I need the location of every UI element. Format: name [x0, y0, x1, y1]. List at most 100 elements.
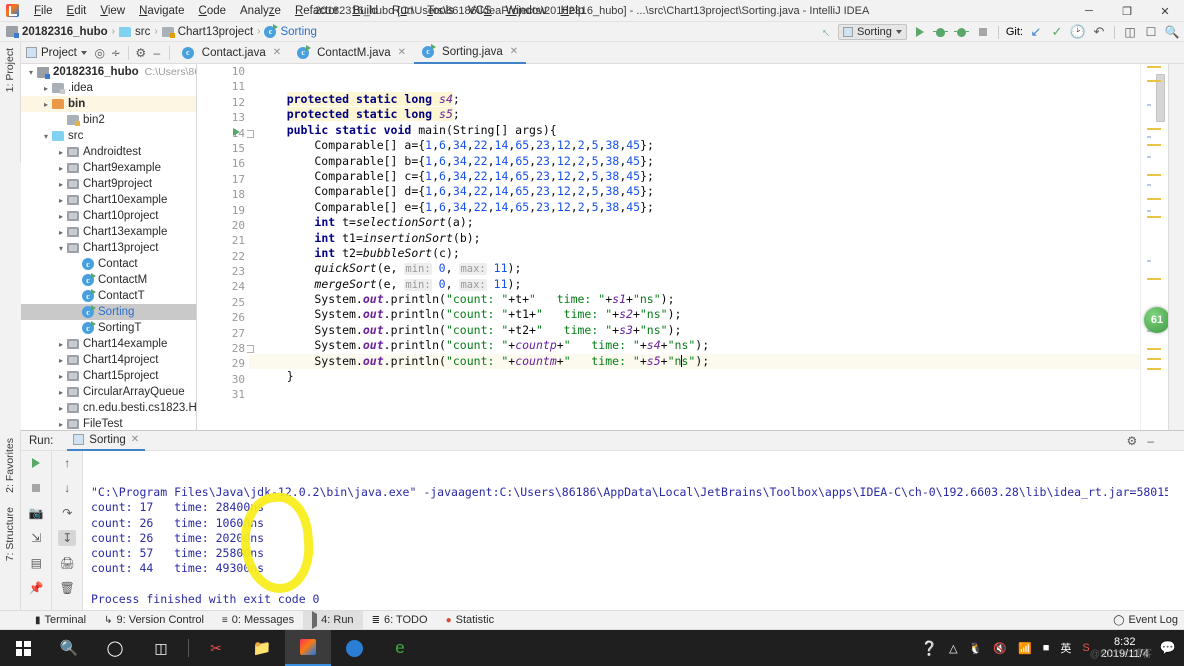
collapse-all-icon[interactable]: ∻: [108, 45, 124, 61]
project-tree[interactable]: 20182316_huboC:\Users\86.ideabinbin2srcA…: [21, 64, 197, 436]
menu-item-help[interactable]: Help: [554, 1, 592, 21]
menu-item-vcs[interactable]: VCS: [461, 1, 499, 21]
scroll-to-end-icon[interactable]: ↧: [58, 530, 76, 546]
tree-item-src[interactable]: src: [21, 128, 196, 144]
project-tool-button[interactable]: Project: [21, 43, 92, 63]
tree-item-chart10project[interactable]: Chart10project: [21, 208, 196, 224]
tree-item-contact[interactable]: cContact: [21, 256, 196, 272]
window-controls[interactable]: ─ ❐ ✕: [1070, 0, 1184, 22]
chevron-right-icon[interactable]: [55, 164, 67, 173]
chevron-down-icon[interactable]: [55, 244, 67, 253]
code-line[interactable]: protected static long s4;: [249, 92, 1140, 107]
bottom-tab-messages[interactable]: ≡ 0: Messages: [213, 611, 303, 630]
editor-marker-bar[interactable]: 61: [1140, 64, 1168, 436]
presentation-icon[interactable]: ☐: [1143, 24, 1159, 40]
tree-item-chart13example[interactable]: Chart13example: [21, 224, 196, 240]
run-configuration-selector[interactable]: Sorting: [838, 24, 907, 40]
tab-close-icon[interactable]: ✕: [398, 47, 406, 58]
print-icon[interactable]: 🖨: [58, 555, 76, 571]
stop-button[interactable]: [975, 24, 991, 40]
sidebar-item-project[interactable]: 1: Project: [4, 48, 16, 92]
tree-item-chart10example[interactable]: Chart10example: [21, 192, 196, 208]
tab-contact-java[interactable]: c Contact.java ✕: [174, 42, 289, 64]
bottom-tab-run[interactable]: 4: Run: [303, 611, 362, 630]
chevron-right-icon[interactable]: [55, 372, 67, 381]
help-icon[interactable]: ❔: [921, 640, 938, 657]
breadcrumb-project[interactable]: 20182316_hubo: [22, 26, 108, 38]
tree-item-chart9example[interactable]: Chart9example: [21, 160, 196, 176]
code-line[interactable]: [249, 415, 1140, 430]
back-arrow-icon[interactable]: ↑: [814, 21, 837, 44]
history-icon[interactable]: 🕑: [1070, 24, 1086, 40]
run-tab-sorting[interactable]: Sorting ✕: [67, 431, 145, 451]
settings-gear-icon[interactable]: ⚙: [133, 45, 149, 61]
chevron-right-icon[interactable]: [55, 388, 67, 397]
chevron-right-icon[interactable]: [55, 180, 67, 189]
code-line[interactable]: int t=selectionSort(a);: [249, 215, 1140, 230]
menu-item-edit[interactable]: Edit: [60, 1, 94, 21]
hide-icon[interactable]: –: [1147, 434, 1154, 448]
main-toolbar[interactable]: ↑ Sorting Git: ↙ ✓ 🕑 ↶ ◫ ☐ 🔍: [817, 22, 1180, 42]
bottom-tab-version-control[interactable]: ↳ 9: Version Control: [95, 611, 213, 630]
tab-close-icon[interactable]: ✕: [273, 47, 281, 58]
menu-item-run[interactable]: Run: [385, 1, 420, 21]
menu-item-build[interactable]: Build: [345, 1, 385, 21]
code-line[interactable]: protected static long s5;: [249, 107, 1140, 122]
menu-item-window[interactable]: Window: [499, 1, 554, 21]
stop-icon[interactable]: [27, 480, 45, 496]
menu-item-file[interactable]: FFileile: [27, 1, 60, 21]
tree-item-bin[interactable]: bin: [21, 96, 196, 112]
code-editor[interactable]: 1011121314151617181920212223242526272829…: [197, 64, 1140, 436]
code-line[interactable]: Comparable[] b={1,6,34,22,14,65,23,12,2,…: [249, 154, 1140, 169]
tree-item--idea[interactable]: .idea: [21, 80, 196, 96]
code-line[interactable]: [249, 400, 1140, 415]
clear-all-icon[interactable]: 🗑: [58, 580, 76, 596]
tab-contactm-java[interactable]: c ContactM.java ✕: [289, 42, 414, 64]
chevron-right-icon[interactable]: [55, 420, 67, 429]
code-line[interactable]: }: [249, 369, 1140, 384]
tree-item-cn-edu-besti-cs1823-h[interactable]: cn.edu.besti.cs1823.H: [21, 400, 196, 416]
chevron-up-icon[interactable]: △: [949, 642, 957, 655]
task-view-icon[interactable]: ◫: [138, 630, 184, 666]
tree-item-contactm[interactable]: cContactM: [21, 272, 196, 288]
event-log-button[interactable]: ◯ Event Log: [1113, 614, 1178, 626]
run-button[interactable]: [912, 24, 928, 40]
tree-item-chart9project[interactable]: Chart9project: [21, 176, 196, 192]
bottom-tab-terminal[interactable]: ▮ Terminal: [26, 611, 95, 630]
code-line[interactable]: int t1=insertionSort(b);: [249, 231, 1140, 246]
tree-item-contactt[interactable]: cContactT: [21, 288, 196, 304]
code-line[interactable]: [249, 384, 1140, 399]
gear-icon[interactable]: ⚙: [1127, 434, 1138, 448]
volume-mute-icon[interactable]: 🔇: [993, 642, 1007, 655]
menu-item-code[interactable]: Code: [192, 1, 234, 21]
run-gutter-icon[interactable]: [233, 128, 240, 136]
tree-item-chart14project[interactable]: Chart14project: [21, 352, 196, 368]
project-structure-icon[interactable]: ◫: [1122, 24, 1138, 40]
browser-icon[interactable]: e: [377, 630, 423, 666]
search-icon[interactable]: 🔍: [1164, 24, 1180, 40]
search-icon[interactable]: 🔍: [46, 630, 92, 666]
explorer-icon[interactable]: 📁: [239, 630, 285, 666]
maximize-button[interactable]: ❐: [1108, 0, 1146, 22]
editor-code-area[interactable]: protected static long s4; protected stat…: [249, 64, 1140, 436]
chevron-right-icon[interactable]: [55, 404, 67, 413]
run-window-actions[interactable]: ⚙ –: [1127, 434, 1154, 448]
chevron-down-icon[interactable]: [40, 132, 52, 141]
run-toolbar[interactable]: 📷 ⇲ ▤ 📌 ↑ ↓ ↷ ↧ 🖨 🗑: [21, 451, 83, 610]
menu-item-tools[interactable]: Tools: [420, 1, 461, 21]
tree-item-sortingt[interactable]: cSortingT: [21, 320, 196, 336]
chevron-right-icon[interactable]: [40, 84, 52, 93]
code-line[interactable]: System.out.println("count: "+countp+" ti…: [249, 338, 1140, 353]
console-output[interactable]: "C:\Program Files\Java\jdk-12.0.2\bin\ja…: [83, 451, 1168, 610]
debug-button[interactable]: [933, 24, 949, 40]
bottom-tab-todo[interactable]: ≣ 6: TODO: [363, 611, 437, 630]
menu-bar[interactable]: FFileile Edit View Navigate Code Analyze…: [27, 0, 591, 22]
tree-item-chart13project[interactable]: Chart13project: [21, 240, 196, 256]
menu-item-refactor[interactable]: Refactor: [288, 1, 345, 21]
run-with-coverage-button[interactable]: [954, 24, 970, 40]
cortana-icon[interactable]: ◯: [92, 630, 138, 666]
wifi-icon[interactable]: 📶: [1018, 642, 1032, 655]
breadcrumb-package[interactable]: Chart13project: [178, 26, 253, 38]
inspection-count-badge[interactable]: 61: [1144, 307, 1170, 333]
chevron-right-icon[interactable]: [55, 196, 67, 205]
